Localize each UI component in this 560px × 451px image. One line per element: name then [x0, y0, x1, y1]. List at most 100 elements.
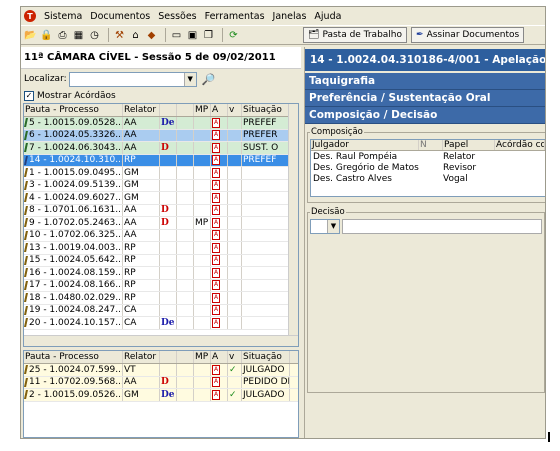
cell-mp: [194, 242, 211, 254]
copy-icon[interactable]: ❐: [202, 29, 215, 42]
cell-processo: 25 - 1.0024.07.599...: [24, 364, 123, 376]
cell-flag: [177, 179, 194, 191]
judge-row[interactable]: Des. Gregório de Matos Revisor: [311, 162, 545, 173]
decisao-text[interactable]: [342, 219, 542, 234]
cell-situacao: JULGADO: [242, 389, 290, 401]
col-blank1[interactable]: [160, 104, 177, 116]
window-icon[interactable]: ▭: [170, 29, 183, 42]
col2-blank1[interactable]: [160, 351, 177, 363]
section-composicao[interactable]: Composição / Decisão: [305, 107, 545, 124]
decisao-combo[interactable]: ▼: [310, 219, 340, 234]
cell-mp: [194, 279, 211, 291]
chevron-down-icon[interactable]: ▼: [183, 72, 196, 86]
col2-a[interactable]: A: [211, 351, 228, 363]
cell-mp: [194, 179, 211, 191]
menu-sistema[interactable]: Sistema: [44, 11, 82, 22]
menu-sessoes[interactable]: Sessões: [158, 11, 196, 22]
table-row[interactable]: 2 - 1.0015.09.0526... GM De A ✓ JULGADO: [24, 389, 298, 402]
car-icon[interactable]: ◆: [145, 29, 158, 42]
judge-row[interactable]: Des. Raul Pompéia Relator: [311, 151, 545, 162]
table-row[interactable]: 14 - 1.0024.10.310... RP A PREFEF: [24, 154, 298, 167]
chevron-down-icon[interactable]: ▼: [327, 220, 339, 233]
menu-janelas[interactable]: Janelas: [273, 11, 307, 22]
menu-ajuda[interactable]: Ajuda: [314, 11, 341, 22]
table-row[interactable]: 1 - 1.0015.09.0495... GM A: [24, 167, 298, 180]
cell-mp: [194, 167, 211, 179]
acordao-doc-icon: A: [212, 364, 220, 375]
col-v[interactable]: v: [228, 104, 242, 116]
table-row[interactable]: 3 - 1.0024.09.5139... GM A: [24, 179, 298, 192]
acordao-doc-icon: A: [212, 180, 220, 191]
col2-processo[interactable]: Pauta - Processo: [24, 351, 123, 363]
grid-icon[interactable]: ▦: [72, 29, 85, 42]
table-row[interactable]: 10 - 1.0702.06.325... AA A: [24, 229, 298, 242]
judge-row[interactable]: Des. Castro Alves Vogal: [311, 173, 545, 184]
table-row[interactable]: 16 - 1.0024.08.159... RP A: [24, 267, 298, 280]
col2-relator[interactable]: Relator: [123, 351, 160, 363]
acordao-doc-icon: A: [212, 117, 220, 128]
col-situacao[interactable]: Situação: [242, 104, 290, 116]
cell-a: A: [211, 364, 228, 376]
assinar-button[interactable]: ✒ Assinar Documentos: [411, 27, 525, 43]
cell-situacao: [242, 179, 290, 191]
table-row[interactable]: 5 - 1.0015.09.0528... AA De A PREFEF: [24, 117, 298, 130]
acordao-doc-icon: A: [212, 192, 220, 203]
col-processo[interactable]: Pauta - Processo: [24, 104, 123, 116]
table-row[interactable]: 25 - 1.0024.07.599... VT A ✓ JULGADO: [24, 364, 298, 377]
section-taquigrafia[interactable]: Taquigrafia: [305, 73, 545, 90]
cell-a: A: [211, 242, 228, 254]
print-icon[interactable]: ⎙: [56, 29, 69, 42]
table-row[interactable]: 6 - 1.0024.05.3326... AA A PREFER: [24, 129, 298, 142]
cell-v: [228, 179, 242, 191]
lock-icon[interactable]: 🔒: [40, 29, 53, 42]
bag-icon[interactable]: ⌂: [129, 29, 142, 42]
clock-icon[interactable]: ◷: [88, 29, 101, 42]
col-relator[interactable]: Relator: [123, 104, 160, 116]
localizar-combo[interactable]: ▼: [68, 71, 197, 87]
horizontal-scrollbar[interactable]: [24, 335, 298, 346]
cell-mp: MP: [194, 217, 211, 229]
table-row[interactable]: 11 - 1.0702.09.568... AA D A PEDIDO DE: [24, 376, 298, 389]
mostrar-checkbox[interactable]: ✓: [24, 91, 34, 101]
search-person-icon[interactable]: 🔎: [202, 73, 216, 86]
cell-flag: [177, 254, 194, 266]
table-row[interactable]: 4 - 1.0024.09.6027... GM A: [24, 192, 298, 205]
col-blank2[interactable]: [177, 104, 194, 116]
decisao-row: ▼: [310, 219, 542, 234]
col2-blank2[interactable]: [177, 351, 194, 363]
table-row[interactable]: 8 - 1.0701.06.1631... AA D A: [24, 204, 298, 217]
col-n[interactable]: N: [419, 140, 443, 150]
section-preferencia[interactable]: Preferência / Sustentação Oral: [305, 90, 545, 107]
cell-a: A: [211, 229, 228, 241]
vertical-scrollbar[interactable]: [288, 104, 298, 335]
table-row[interactable]: 18 - 1.0480.02.029... RP A: [24, 292, 298, 305]
col-mp[interactable]: MP: [194, 104, 211, 116]
cell-processo: 17 - 1.0024.08.166...: [24, 279, 123, 291]
col-acordao[interactable]: Acórdão con: [495, 140, 545, 150]
table-row[interactable]: 7 - 1.0024.06.3043... AA D A SUST. O: [24, 142, 298, 155]
table-row[interactable]: 20 - 1.0024.10.157... CA De A: [24, 317, 298, 330]
monitor-icon[interactable]: ▣: [186, 29, 199, 42]
col-a[interactable]: A: [211, 104, 228, 116]
hammer-icon[interactable]: ⚒: [113, 29, 126, 42]
pasta-trabalho-button[interactable]: 🗂 Pasta de Trabalho: [303, 27, 408, 43]
cell-situacao: [242, 279, 290, 291]
cell-relator: RP: [123, 292, 160, 304]
col-papel[interactable]: Papel: [443, 140, 495, 150]
cell-situacao: [242, 242, 290, 254]
col2-v[interactable]: v: [228, 351, 242, 363]
table-row[interactable]: 19 - 1.0024.08.247... CA A: [24, 304, 298, 317]
menu-ferramentas[interactable]: Ferramentas: [205, 11, 265, 22]
open-folder-icon[interactable]: 📂: [24, 29, 37, 42]
refresh-icon[interactable]: ⟳: [227, 29, 240, 42]
col2-mp[interactable]: MP: [194, 351, 211, 363]
col-julgador[interactable]: Julgador: [311, 140, 419, 150]
composicao-table: Julgador N Papel Acórdão con Des. Raul P…: [310, 139, 545, 197]
table-row[interactable]: 17 - 1.0024.08.166... RP A: [24, 279, 298, 292]
table-row[interactable]: 9 - 1.0702.05.2463... AA D MP A: [24, 217, 298, 230]
col2-situacao[interactable]: Situação: [242, 351, 290, 363]
cell-processo: 10 - 1.0702.06.325...: [24, 229, 123, 241]
table-row[interactable]: 13 - 1.0019.04.003... RP A: [24, 242, 298, 255]
table-row[interactable]: 15 - 1.0024.05.642... RP A: [24, 254, 298, 267]
menu-documentos[interactable]: Documentos: [90, 11, 150, 22]
